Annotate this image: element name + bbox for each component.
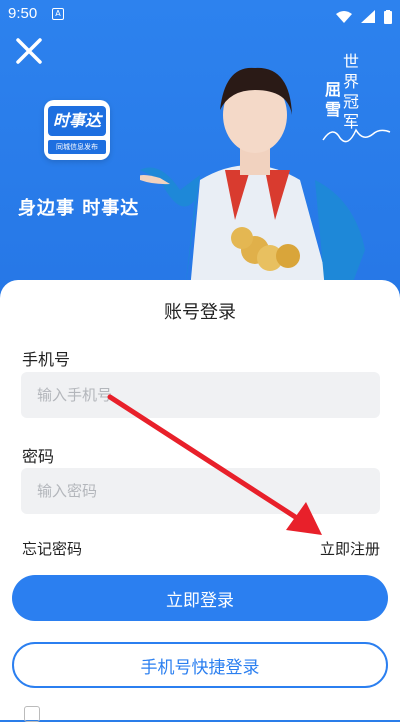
forgot-password-link[interactable]: 忘记密码: [22, 538, 82, 559]
phone-label: 手机号: [22, 350, 71, 369]
app-logo: 时事达 同城信息发布: [44, 100, 110, 160]
wifi-icon: [336, 10, 353, 23]
login-button[interactable]: 立即登录: [12, 575, 388, 621]
login-title: 账号登录: [164, 302, 236, 323]
champion-name: 屈雪: [325, 80, 342, 119]
status-bar: 9:50 A: [0, 0, 400, 28]
password-input[interactable]: [21, 468, 380, 514]
register-link[interactable]: 立即注册: [320, 538, 380, 559]
quick-login-button[interactable]: 手机号快捷登录: [12, 642, 388, 688]
agreement-checkbox[interactable]: [24, 706, 40, 722]
logo-text: 时事达: [48, 106, 106, 136]
signal-icon: [361, 10, 376, 23]
promo-banner: 9:50 A 时事达 同城信息发布 身边事 时事达 世界冠军 屈雪: [0, 0, 400, 310]
password-label: 密码: [22, 447, 55, 466]
logo-subtitle: 同城信息发布: [48, 140, 106, 154]
signature-icon: [322, 128, 391, 143]
battery-icon: [384, 9, 392, 24]
login-panel: 账号登录 手机号 密码 忘记密码 立即注册 立即登录 手机号快捷登录: [0, 280, 400, 722]
phone-input[interactable]: [21, 372, 380, 418]
status-time: 9:50: [8, 5, 38, 22]
slogan: 身边事 时事达: [18, 198, 140, 219]
close-icon[interactable]: [14, 36, 44, 66]
notification-icon: A: [52, 8, 64, 20]
